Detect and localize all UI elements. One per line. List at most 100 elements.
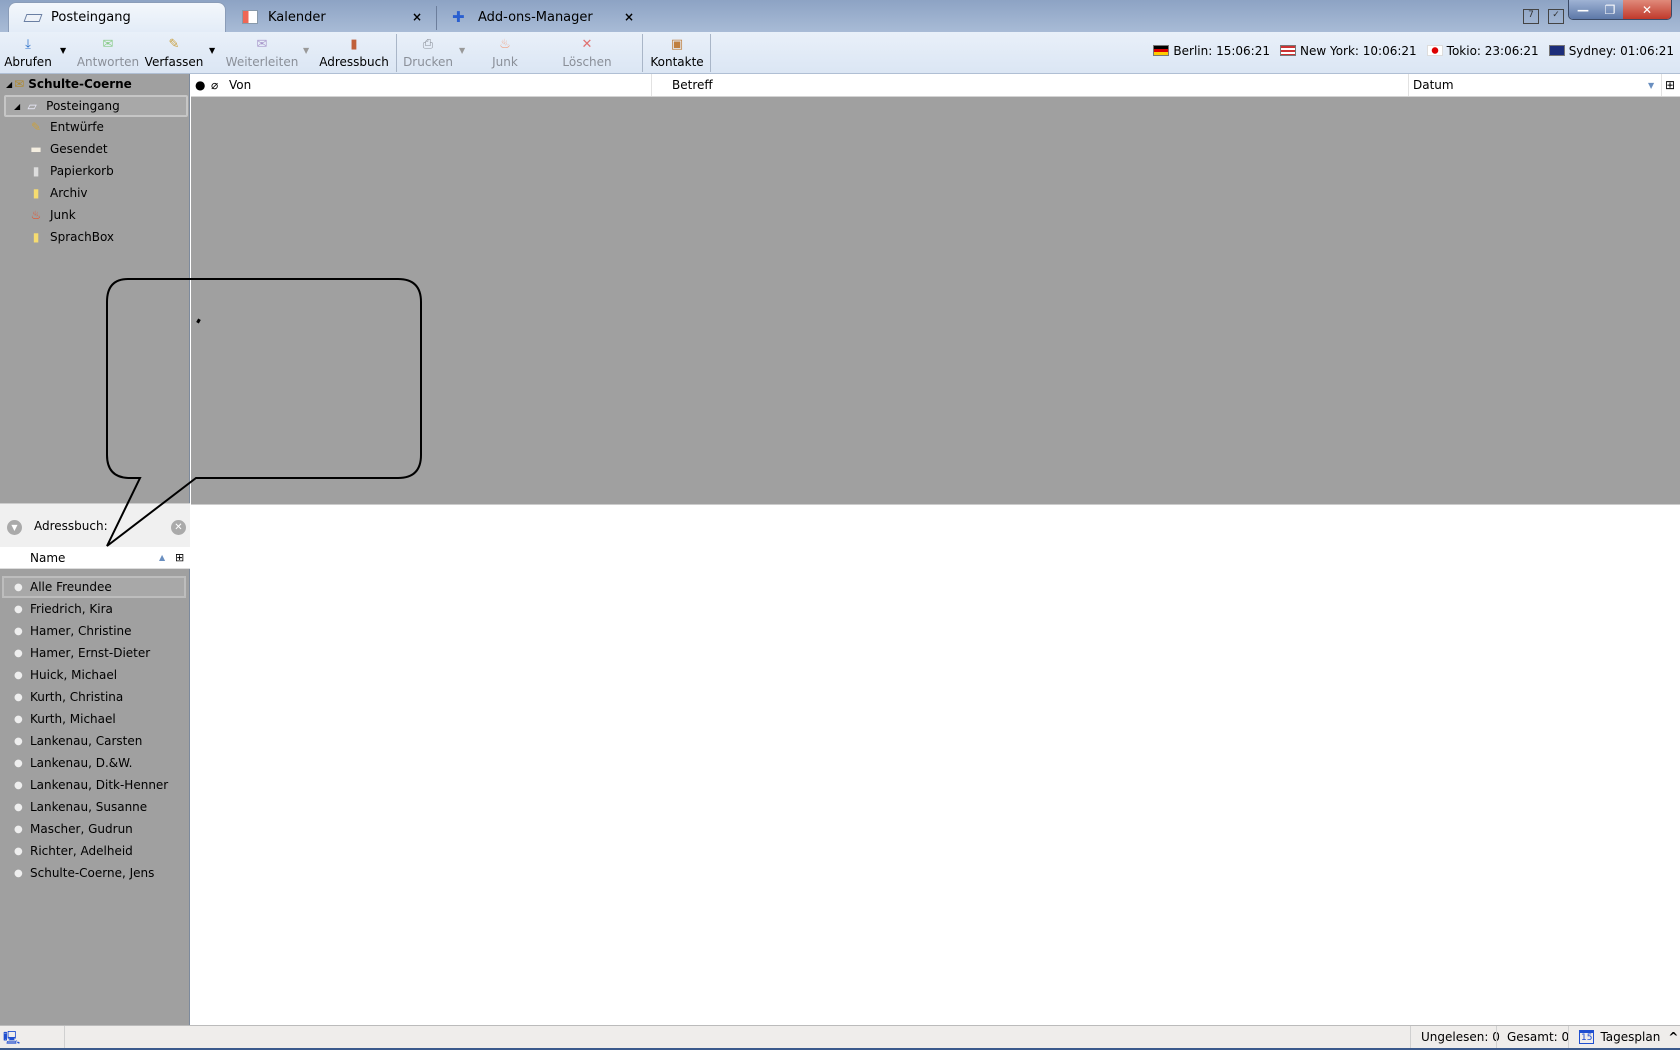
- delete-icon: ✕: [581, 37, 593, 52]
- folder-entwuerfe[interactable]: ✎ Entwürfe: [28, 116, 188, 138]
- thread-column-header: ● ⌀ Von Betreff Datum ▼ ⊞: [191, 74, 1680, 97]
- tab-label: Kalender: [268, 9, 326, 25]
- folder-pane: ◢ ✉ Schulte-Coerne ◢ ▱ Posteingang ✎ Entwürfe…: [0, 74, 190, 1025]
- person-icon: ●: [14, 691, 23, 703]
- abrufen-dropdown[interactable]: ▼: [60, 46, 66, 55]
- flame-icon: ♨: [30, 208, 42, 222]
- calendar-toggle-icon[interactable]: 7: [1523, 9, 1539, 24]
- tab-addons-manager[interactable]: ✚ Add-ons-Manager ×: [436, 2, 646, 32]
- loeschen-button[interactable]: ✕ Löschen: [562, 34, 611, 72]
- person-icon: ●: [14, 801, 23, 813]
- clock-new-york: New York: 10:06:21: [1279, 44, 1417, 58]
- name-column-header[interactable]: Name ▲ ⊞: [0, 547, 190, 569]
- tab-kalender[interactable]: Kalender ×: [226, 2, 434, 32]
- folder-gesendet[interactable]: ▬ Gesendet: [28, 138, 188, 160]
- column-picker-icon: ⊞: [175, 551, 185, 564]
- person-icon: ●: [14, 647, 23, 659]
- contact-group-item[interactable]: ● Alle Freundee: [2, 576, 186, 598]
- account-item[interactable]: ◢ ✉ Schulte-Coerne: [6, 77, 132, 91]
- antworten-button[interactable]: ✉ Antworten: [77, 34, 139, 72]
- tab-posteingang[interactable]: Posteingang: [8, 2, 226, 32]
- junk-button[interactable]: ♨ Junk: [488, 34, 522, 72]
- message-list[interactable]: [191, 97, 1680, 504]
- contact-item[interactable]: ● Kurth, Christina: [14, 686, 186, 708]
- folder-sprachbox[interactable]: ▮ SprachBox: [28, 226, 188, 248]
- person-icon: ●: [14, 713, 23, 725]
- unread-count: Ungelesen: 0: [1410, 1026, 1510, 1048]
- reply-icon: ✉: [102, 37, 114, 52]
- person-icon: ●: [14, 669, 23, 681]
- close-tab-icon[interactable]: ×: [624, 10, 634, 24]
- thread-icon[interactable]: ●: [195, 78, 205, 92]
- contacts-icon: ▣: [670, 37, 684, 52]
- drucken-button[interactable]: ⎙ Drucken: [403, 34, 453, 72]
- verfassen-button[interactable]: ✎ Verfassen: [145, 34, 204, 72]
- column-von[interactable]: Von: [229, 78, 251, 92]
- contact-item[interactable]: ● Schulte-Coerne, Jens: [14, 862, 186, 884]
- weiterleiten-button[interactable]: ✉ Weiterleiten: [226, 34, 299, 72]
- contact-item[interactable]: ● Lankenau, Susanne: [14, 796, 186, 818]
- main-toolbar: ⤓ Abrufen ▼ ✉ Antworten ✎ Verfassen ▼ ✉ Weit…: [0, 32, 1680, 74]
- column-picker-icon[interactable]: ⊞: [1665, 78, 1675, 92]
- folder-archiv[interactable]: ▮ Archiv: [28, 182, 188, 204]
- total-count: Gesamt: 0: [1496, 1026, 1579, 1048]
- minimize-button[interactable]: —: [1569, 0, 1597, 19]
- restore-button[interactable]: ❐: [1597, 0, 1623, 19]
- contact-item[interactable]: ● Richter, Adelheid: [14, 840, 186, 862]
- folder-icon: ▮: [32, 186, 40, 200]
- contact-item[interactable]: ● Kurth, Michael: [14, 708, 186, 730]
- folder-posteingang[interactable]: ◢ ▱ Posteingang: [4, 95, 188, 117]
- addressbook-header: ▼ Adressbuch: ✕: [0, 503, 190, 549]
- tab-bar: Posteingang Kalender × ✚ Add-ons-Manager…: [0, 0, 1680, 32]
- tasks-toggle-icon[interactable]: ✓: [1548, 9, 1564, 24]
- folder-icon: ▮: [32, 230, 40, 244]
- calendar-icon: 15: [1579, 1030, 1595, 1044]
- print-icon: ⎙: [422, 37, 434, 52]
- status-bar: 🖳 Ungelesen: 0 Gesamt: 0 15 Tagesplan ^: [0, 1025, 1680, 1048]
- trash-icon: ▮: [32, 164, 40, 178]
- person-icon: ●: [14, 823, 23, 835]
- kontakte-button[interactable]: ▣ Kontakte: [650, 34, 703, 72]
- contact-item[interactable]: ● Hamer, Ernst-Dieter: [14, 642, 186, 664]
- inbox-icon: [23, 13, 43, 22]
- person-icon: ●: [14, 867, 23, 879]
- germany-flag-icon: [1153, 45, 1170, 56]
- contact-item[interactable]: ● Lankenau, Ditk-Henner: [14, 774, 186, 796]
- collapse-icon[interactable]: ▼: [7, 520, 22, 535]
- sort-ascending-icon: ▲: [159, 553, 166, 562]
- puzzle-icon: ✚: [452, 8, 465, 26]
- contact-item[interactable]: ● Lankenau, D.&W.: [14, 752, 186, 774]
- pencil-icon: ✎: [168, 37, 180, 52]
- today-pane-toggle[interactable]: 15 Tagesplan ^: [1568, 1026, 1680, 1048]
- calendar-icon: [242, 10, 258, 24]
- person-icon: ●: [14, 603, 23, 615]
- close-button[interactable]: ✕: [1623, 0, 1671, 19]
- contact-item[interactable]: ● Mascher, Gudrun: [14, 818, 186, 840]
- contact-item[interactable]: ● Hamer, Christine: [14, 620, 186, 642]
- person-icon: ●: [14, 735, 23, 747]
- drucken-dropdown[interactable]: ▼: [459, 46, 465, 55]
- close-tab-icon[interactable]: ×: [412, 10, 422, 24]
- attachment-icon[interactable]: ⌀: [211, 78, 218, 92]
- usa-flag-icon: [1279, 45, 1296, 56]
- close-addressbook-icon[interactable]: ✕: [171, 520, 186, 535]
- inbox-icon: ▱: [27, 99, 37, 113]
- verfassen-dropdown[interactable]: ▼: [209, 46, 215, 55]
- folder-papierkorb[interactable]: ▮ Papierkorb: [28, 160, 188, 182]
- contact-item[interactable]: ● Lankenau, Carsten: [14, 730, 186, 752]
- clock-sydney: Sydney: 01:06:21: [1548, 44, 1674, 58]
- person-icon: ●: [14, 757, 23, 769]
- sort-descending-icon: ▼: [1648, 81, 1655, 90]
- abrufen-button[interactable]: ⤓ Abrufen: [4, 34, 52, 72]
- contact-item[interactable]: ● Friedrich, Kira: [14, 598, 186, 620]
- weiterleiten-dropdown[interactable]: ▼: [303, 46, 309, 55]
- folder-junk[interactable]: ♨ Junk: [28, 204, 188, 226]
- contact-item[interactable]: ● Huick, Michael: [14, 664, 186, 686]
- adressbuch-button[interactable]: ▮ Adressbuch: [319, 34, 389, 72]
- column-datum[interactable]: Datum: [1413, 78, 1454, 92]
- tab-label: Posteingang: [51, 10, 131, 25]
- group-icon: ●: [14, 581, 23, 593]
- column-betreff[interactable]: Betreff: [672, 78, 713, 92]
- australia-flag-icon: [1548, 45, 1565, 56]
- clock-tokio: Tokio: 23:06:21: [1426, 44, 1539, 58]
